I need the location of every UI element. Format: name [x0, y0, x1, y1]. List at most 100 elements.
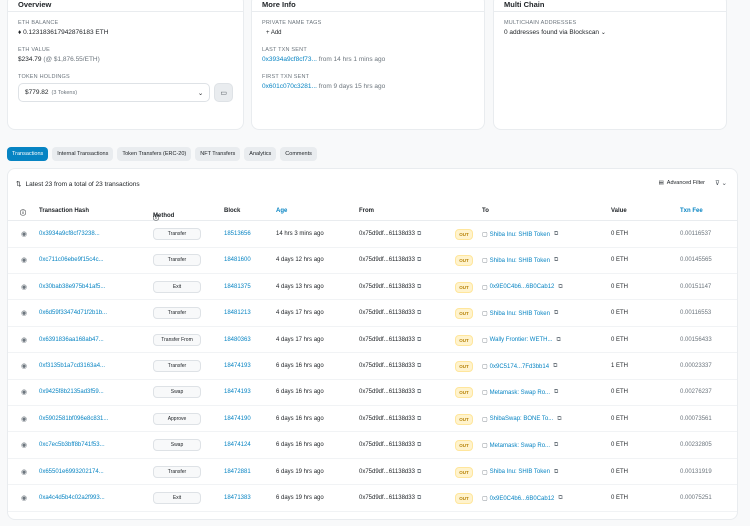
col-age[interactable]: Age — [276, 208, 287, 214]
block-link[interactable]: 18481213 — [224, 310, 251, 316]
overview-title: Overview — [8, 0, 243, 12]
txn-hash-link[interactable]: 0xf3135b1a7cd3163a4... — [39, 363, 105, 369]
txn-hash-link[interactable]: 0xc711c06ebe9f15c4c... — [39, 257, 104, 263]
tab-comments[interactable]: Comments — [280, 147, 317, 161]
filter-icon: ▤ — [658, 180, 664, 186]
eye-icon[interactable]: ◉ — [21, 415, 27, 423]
to-address[interactable]: ▢ Wally Frontier: WETH... ⧉ — [482, 337, 561, 344]
block-link[interactable]: 18481600 — [224, 257, 251, 263]
tab-analytics[interactable]: Analytics — [244, 147, 277, 161]
eye-icon[interactable]: ◉ — [21, 309, 27, 317]
block-link[interactable]: 18472881 — [224, 469, 251, 475]
to-address[interactable]: ▢ 0x9E0C4b6...6B0Cab12 ⧉ — [482, 495, 563, 502]
age-text: 6 days 16 hrs ago — [276, 389, 324, 396]
to-address[interactable]: ▢ Metamask: Swap Ro... ⧉ — [482, 442, 558, 449]
multichain-addresses-dropdown[interactable]: 0 addresses found via Blockscan ⌄ — [504, 29, 716, 36]
token-holdings-dropdown[interactable]: $779.82 (3 Tokens) ⌄ — [18, 83, 211, 102]
direction-badge: OUT — [455, 255, 473, 267]
copy-icon[interactable]: ⧉ — [554, 257, 558, 264]
copy-icon[interactable]: ⧉ — [417, 469, 421, 475]
fee-text: 0.00073561 — [680, 415, 712, 422]
filter-dropdown[interactable]: ⊽ ⌄ — [715, 179, 727, 187]
to-address[interactable]: ▢ Shiba Inu: SHIB Token ⧉ — [482, 310, 558, 317]
eye-icon[interactable]: ◉ — [21, 256, 27, 264]
txn-hash-link[interactable]: 0x65501e6993202174... — [39, 469, 104, 475]
fee-text: 0.00232805 — [680, 442, 712, 449]
copy-icon[interactable]: ⧉ — [417, 310, 421, 316]
tab-transactions[interactable]: Transactions — [7, 147, 49, 161]
txn-hash-link[interactable]: 0xc7ec5b3bff8b741f53... — [39, 442, 105, 448]
copy-icon[interactable]: ⧉ — [417, 363, 421, 369]
txn-hash-link[interactable]: 0x30bab38e975b41af5... — [39, 284, 105, 290]
advanced-filter-button[interactable]: ▤ Advanced Filter — [659, 180, 705, 186]
tab-nft-transfers[interactable]: NFT Transfers — [195, 147, 241, 161]
copy-icon[interactable]: ⧉ — [557, 416, 561, 423]
copy-icon[interactable]: ⧉ — [417, 442, 421, 448]
copy-icon[interactable]: ⧉ — [554, 389, 558, 396]
txn-hash-link[interactable]: 0x6d59f33474d71f2b1b... — [39, 310, 107, 316]
copy-icon[interactable]: ⧉ — [417, 257, 421, 263]
col-transaction-hash: Transaction Hash — [39, 208, 90, 214]
tab-internal-transactions[interactable]: Internal Transactions — [52, 147, 114, 161]
copy-icon[interactable]: ⧉ — [417, 389, 421, 395]
eye-icon[interactable]: ◉ — [21, 468, 27, 476]
from-address: 0x75d9df...61138d33 ⧉ — [359, 310, 422, 317]
copy-icon[interactable]: ⧉ — [558, 495, 562, 502]
last-txn-hash-link[interactable]: 0x3934a9cf8cf73... — [262, 56, 317, 63]
to-address[interactable]: ▢ Shiba Inu: SHIB Token ⧉ — [482, 469, 558, 476]
eye-icon[interactable]: ◉ — [21, 283, 27, 291]
copy-icon[interactable]: ⧉ — [558, 284, 562, 291]
eye-icon[interactable]: ◉ — [21, 336, 27, 344]
from-address: 0x75d9df...61138d33 ⧉ — [359, 495, 422, 501]
copy-icon[interactable]: ⧉ — [417, 495, 421, 501]
copy-icon[interactable]: ⧉ — [554, 310, 558, 317]
copy-icon[interactable]: ⧉ — [556, 337, 560, 344]
to-address[interactable]: ▢ 0x9E0C4b6...6B0Cab12 ⧉ — [482, 284, 563, 291]
method-badge: Exit — [153, 492, 201, 504]
copy-icon[interactable]: ⧉ — [554, 231, 558, 238]
txn-hash-link[interactable]: 0x3934a9cf8cf73238... — [39, 231, 100, 237]
from-address: 0x75d9df...61138d33 ⧉ — [359, 257, 422, 264]
eye-icon[interactable]: ◉ — [21, 388, 27, 396]
copy-icon[interactable]: ⧉ — [554, 442, 558, 449]
eye-icon[interactable]: ◉ — [21, 441, 27, 449]
to-address[interactable]: ▢ Shiba Inu: SHIB Token ⧉ — [482, 257, 558, 264]
private-tag-label: PRIVATE NAME TAGS — [262, 20, 322, 26]
copy-icon[interactable]: ⧉ — [417, 337, 421, 343]
block-link[interactable]: 18474124 — [224, 442, 251, 448]
txn-hash-link[interactable]: 0x6391836aa168ab47... — [39, 337, 104, 343]
block-link[interactable]: 18481375 — [224, 284, 251, 290]
to-address[interactable]: ▢ ShibaSwap: BONE To... ⧉ — [482, 416, 562, 423]
block-link[interactable]: 18474190 — [224, 416, 251, 422]
txn-hash-link[interactable]: 0xa4c4d5b4c02a2f993... — [39, 495, 105, 501]
eye-icon[interactable]: ◉ — [21, 494, 27, 502]
txn-hash-link[interactable]: 0x9425f8b2135ad3f59... — [39, 389, 104, 395]
from-address: 0x75d9df...61138d33 ⧉ — [359, 415, 422, 422]
direction-badge: OUT — [455, 361, 473, 372]
eye-icon[interactable]: ◉ — [21, 362, 27, 370]
copy-icon[interactable]: ⧉ — [417, 416, 421, 422]
tab-token-transfers[interactable]: Token Transfers (ERC-20) — [117, 147, 192, 161]
copy-icon[interactable]: ⧉ — [417, 284, 421, 290]
first-txn-hash-link[interactable]: 0x601c070c3281... — [262, 83, 317, 90]
copy-icon[interactable]: ⧉ — [554, 469, 558, 476]
to-address[interactable]: ▢ 0x9C5174...7Fd3bb14 ⧉ — [482, 363, 557, 370]
copy-icon[interactable]: ⧉ — [553, 363, 557, 370]
table-header: ⓘ Transaction Hash Method ⓘ Block Age Fr… — [8, 203, 737, 222]
to-address[interactable]: ▢ Metamask: Swap Ro... ⧉ — [482, 389, 558, 396]
col-txn-fee[interactable]: Txn Fee — [680, 208, 703, 214]
block-link[interactable]: 18480363 — [224, 337, 251, 343]
sort-icon: ⇅ — [16, 181, 22, 188]
age-text: 14 hrs 3 mins ago — [276, 231, 324, 237]
block-link[interactable]: 18474193 — [224, 363, 251, 369]
to-address[interactable]: ▢ Shiba Inu: SHIB Token ⧉ — [482, 231, 558, 238]
copy-icon[interactable]: ⧉ — [417, 231, 421, 237]
add-tag-button[interactable]: + Add — [262, 29, 286, 37]
method-badge: Transfer — [153, 228, 201, 240]
txn-hash-link[interactable]: 0x5902581bf096e8c831... — [39, 416, 108, 422]
wallet-icon[interactable]: ▭ — [214, 83, 233, 102]
block-link[interactable]: 18471383 — [224, 495, 251, 501]
block-link[interactable]: 18474193 — [224, 389, 251, 395]
eye-icon[interactable]: ◉ — [21, 230, 27, 238]
block-link[interactable]: 18513656 — [224, 231, 251, 237]
